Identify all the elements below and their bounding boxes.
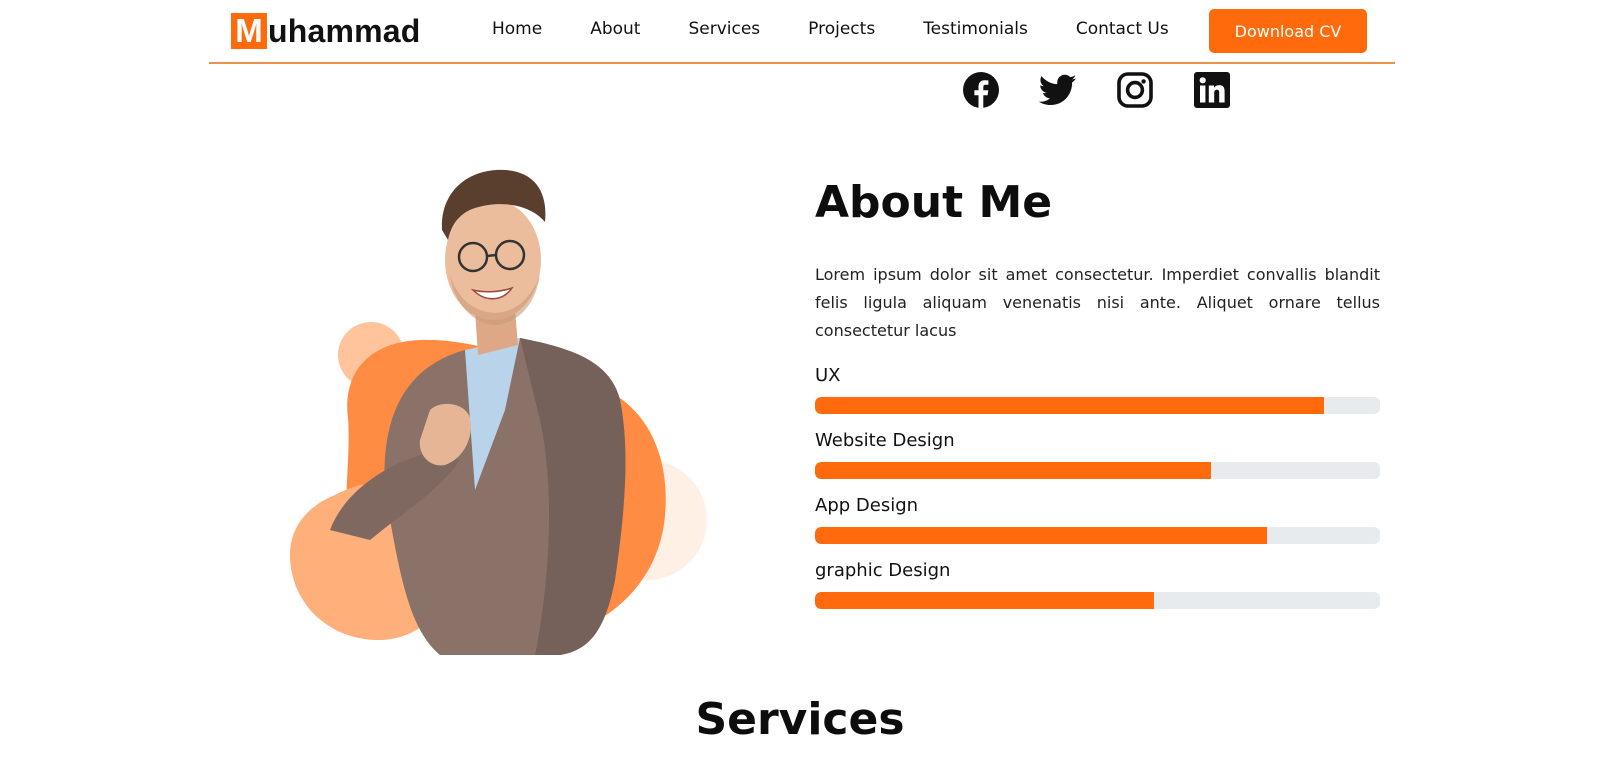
nav-contact[interactable]: Contact Us (1076, 19, 1169, 39)
skill-item: Website Design (815, 428, 1380, 479)
social-links (962, 71, 1231, 109)
twitter-icon[interactable] (1038, 71, 1077, 109)
skill-bar-fill (815, 462, 1211, 479)
logo-mark: M (231, 13, 267, 49)
skill-label: graphic Design (815, 560, 951, 581)
download-cv-button[interactable]: Download CV (1209, 9, 1367, 53)
skill-item: UX (815, 363, 1380, 414)
skill-item: App Design (815, 493, 1380, 544)
skill-label: App Design (815, 495, 919, 516)
instagram-icon[interactable] (1116, 71, 1154, 109)
skill-label: Website Design (815, 430, 955, 451)
skill-bar-fill (815, 527, 1267, 544)
skill-bar-track (815, 397, 1380, 414)
skills-list: UX Website Design App Design graphic Des… (815, 363, 1380, 609)
skill-bar-fill (815, 397, 1324, 414)
logo[interactable]: M uhammad (231, 13, 421, 49)
skill-label: UX (815, 365, 841, 386)
about-description: Lorem ipsum dolor sit amet consectetur. … (815, 265, 1380, 340)
site-header: M uhammad Home About Services Projects T… (209, 0, 1395, 64)
logo-text: uhammad (268, 12, 421, 49)
linkedin-icon[interactable] (1193, 71, 1231, 109)
about-title: About Me (815, 177, 1053, 228)
skill-item: graphic Design (815, 558, 1380, 609)
nav-home[interactable]: Home (492, 19, 542, 39)
nav-testimonials[interactable]: Testimonials (923, 19, 1028, 39)
nav-about[interactable]: About (590, 19, 640, 39)
about-section: About Me Lorem ipsum dolor sit amet cons… (815, 178, 1380, 623)
skill-bar-track (815, 527, 1380, 544)
nav-projects[interactable]: Projects (808, 19, 875, 39)
services-title: Services (695, 694, 905, 745)
nav-services[interactable]: Services (688, 19, 760, 39)
skill-bar-track (815, 462, 1380, 479)
skill-bar-track (815, 592, 1380, 609)
skill-bar-fill (815, 592, 1154, 609)
main-nav: Home About Services Projects Testimonial… (492, 19, 1169, 39)
facebook-icon[interactable] (962, 71, 1000, 109)
profile-portrait (290, 169, 707, 655)
